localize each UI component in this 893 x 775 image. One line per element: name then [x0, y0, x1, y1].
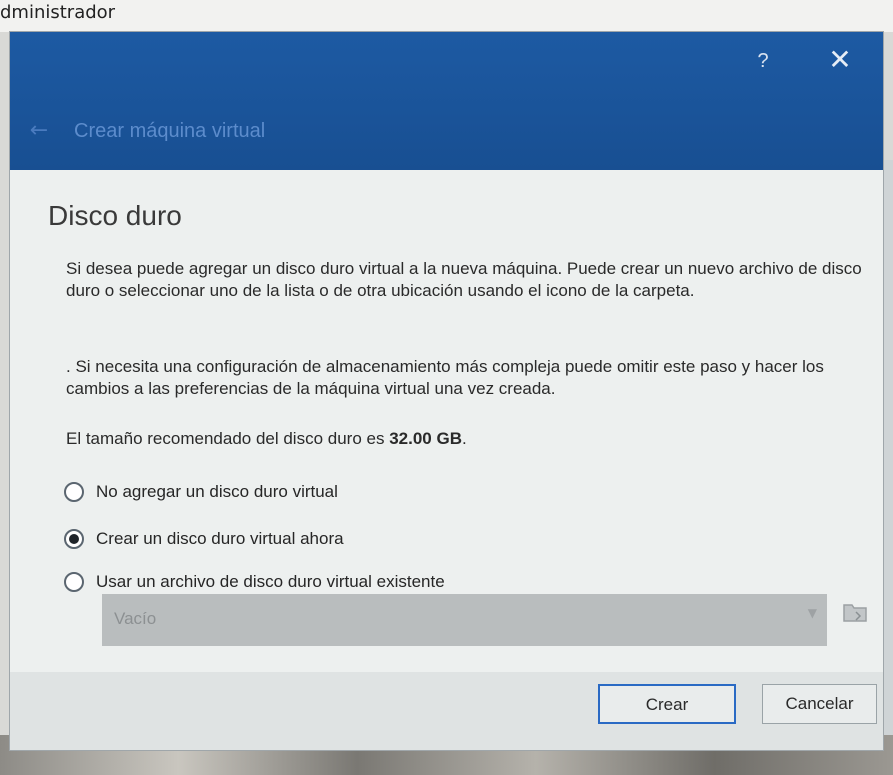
option-label: Usar un archivo de disco duro virtual ex… — [96, 572, 445, 591]
option-create-disk[interactable]: Crear un disco duro virtual ahora — [64, 525, 344, 553]
advanced-note-paragraph: . Si necesita una configuración de almac… — [66, 357, 824, 398]
option-no-disk[interactable]: No agregar un disco duro virtual — [64, 478, 338, 506]
recommended-size-value: 32.00 GB — [389, 429, 462, 448]
radio-button[interactable] — [64, 572, 84, 592]
window-title-fragment: dministrador — [0, 2, 116, 23]
create-vm-dialog: ? ✕ ← Crear máquina virtual Disco duro S… — [10, 32, 883, 750]
recommended-size-prefix: El tamaño recomendado del disco duro es — [66, 429, 390, 448]
description-paragraph: Si desea puede agregar un disco duro vir… — [66, 259, 862, 300]
radio-button-checked[interactable] — [64, 529, 84, 549]
chevron-down-icon: ▼ — [807, 606, 817, 620]
option-label: No agregar un disco duro virtual — [96, 482, 338, 501]
option-label: Crear un disco duro virtual ahora — [96, 529, 344, 548]
dialog-title: Crear máquina virtual — [74, 120, 266, 142]
page-title: Disco duro — [48, 200, 182, 231]
back-arrow-icon[interactable]: ← — [24, 116, 54, 146]
dialog-footer — [10, 672, 883, 750]
dialog-header: ? ✕ ← Crear máquina virtual — [10, 32, 883, 170]
folder-icon-graphic — [843, 604, 867, 622]
close-button[interactable]: ✕ — [822, 42, 858, 78]
help-button[interactable]: ? — [748, 46, 778, 76]
radio-button[interactable] — [64, 482, 84, 502]
recommended-size-text: El tamaño recomendado del disco duro es … — [66, 428, 866, 450]
recommended-size-suffix: . — [461, 429, 467, 448]
create-button[interactable]: Crear — [598, 684, 736, 724]
disk-file-select[interactable]: Vacío ▼ — [102, 594, 827, 646]
disk-file-select-value: Vacío — [114, 609, 157, 628]
folder-icon[interactable] — [840, 600, 870, 634]
option-existing-disk[interactable]: Usar un archivo de disco duro virtual ex… — [64, 568, 445, 596]
taskbar-strip: dministrador — [0, 0, 893, 32]
cancel-button[interactable]: Cancelar — [762, 684, 877, 724]
